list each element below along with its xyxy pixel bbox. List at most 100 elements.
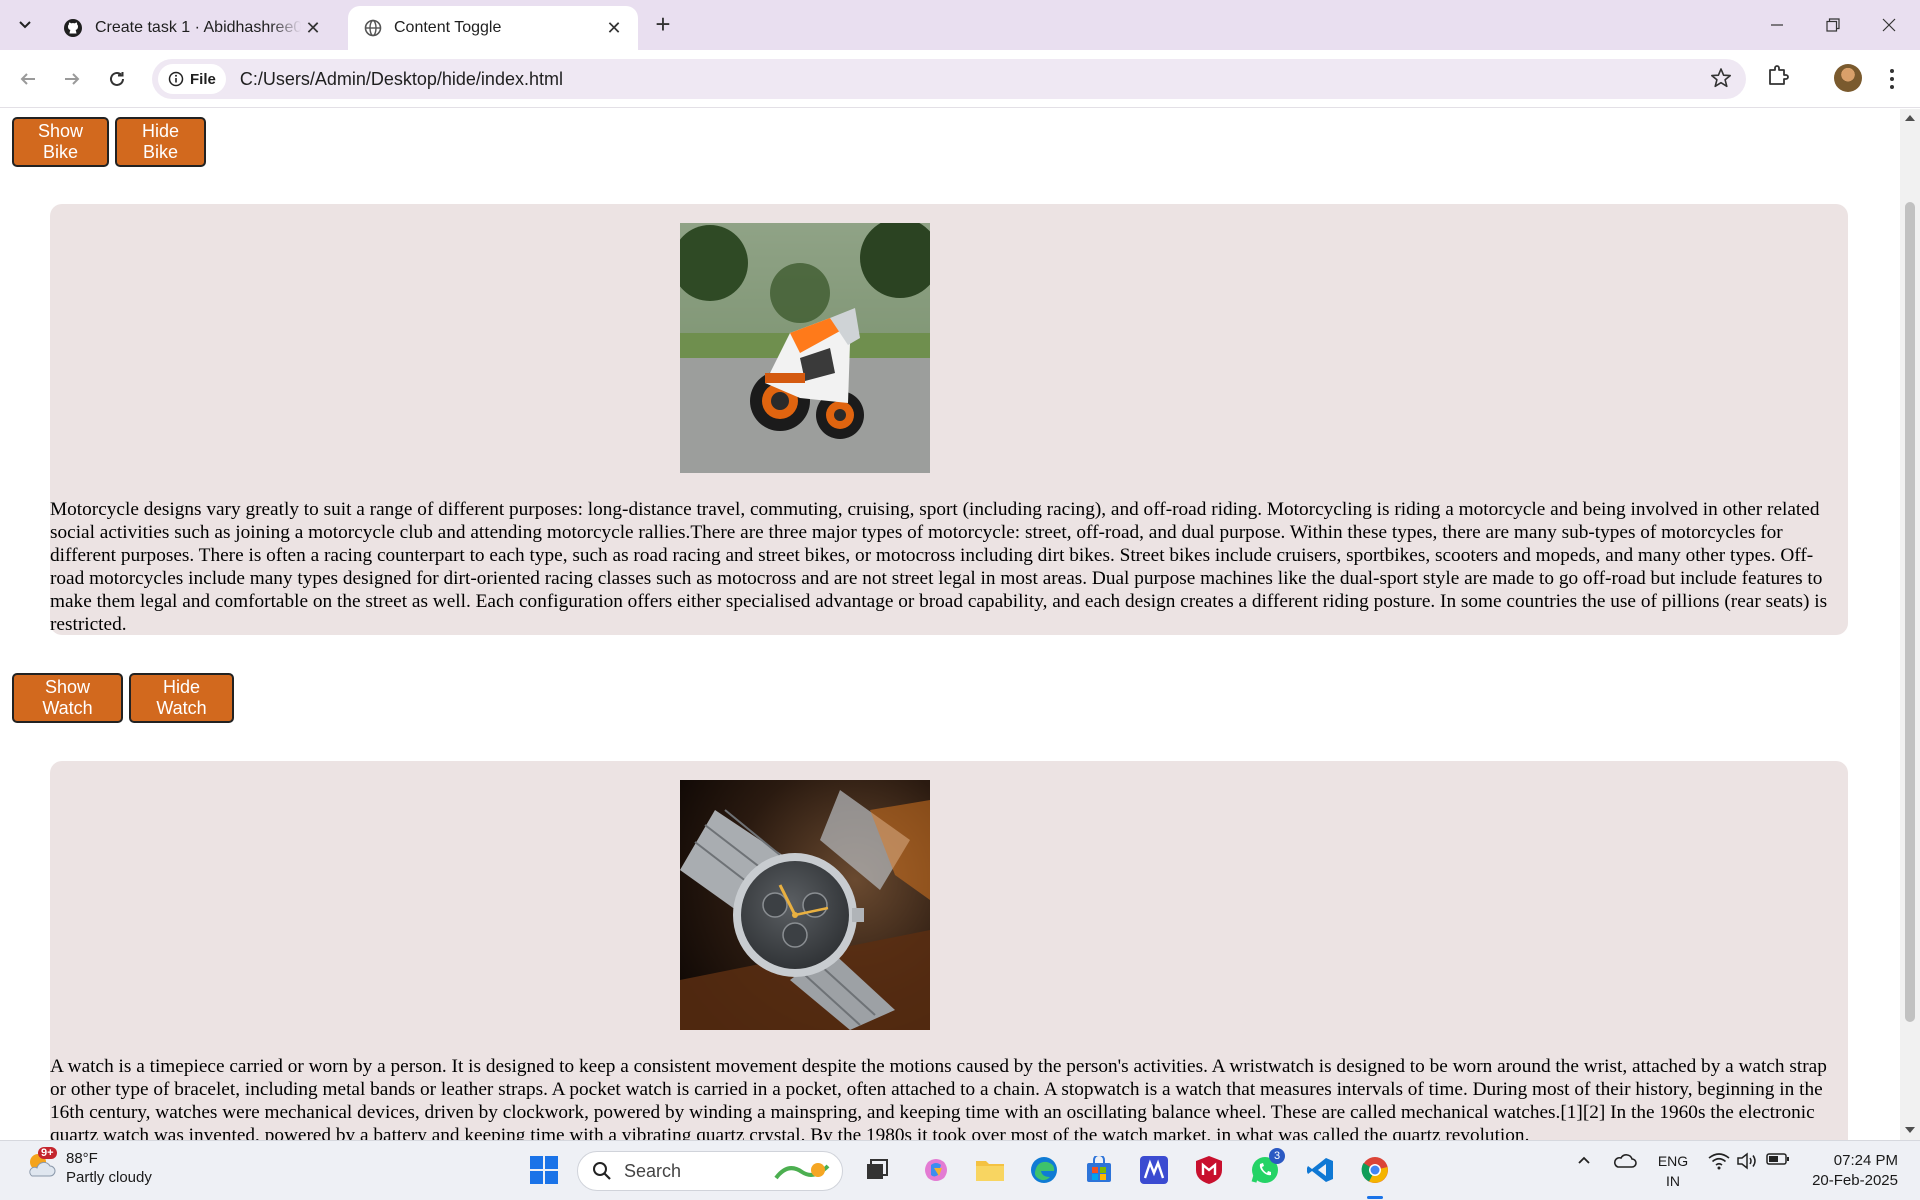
- task-view-icon: [867, 1159, 888, 1179]
- scroll-up-arrow[interactable]: [1905, 115, 1915, 121]
- volume-status[interactable]: [1734, 1152, 1760, 1170]
- folder-icon: [976, 1161, 1004, 1181]
- battery-icon: [1766, 1153, 1789, 1165]
- cloud-icon: [1614, 1154, 1637, 1168]
- chevron-up-icon: [1578, 1156, 1590, 1164]
- input-language-indicator[interactable]: ENG IN: [1656, 1151, 1690, 1191]
- active-app-indicator: [1367, 1196, 1383, 1199]
- taskbar-search[interactable]: Search: [577, 1151, 843, 1191]
- system-clock[interactable]: 07:24 PM 20-Feb-2025: [1808, 1151, 1898, 1191]
- extensions-button[interactable]: [1766, 63, 1790, 92]
- tab-title: Content Toggle: [394, 19, 502, 36]
- arrow-left-icon: [20, 73, 35, 85]
- minimize-button[interactable]: [1754, 8, 1800, 42]
- arrow-right-icon: [65, 73, 80, 85]
- weather-temperature: 88°F: [66, 1150, 98, 1167]
- scroll-down-arrow[interactable]: [1905, 1127, 1915, 1133]
- tab-content-toggle[interactable]: Content Toggle ✕: [348, 6, 638, 50]
- edge-button[interactable]: [1026, 1152, 1062, 1188]
- watch-description: A watch is a timepiece carried or worn b…: [50, 1056, 1827, 1140]
- reload-button[interactable]: [101, 63, 133, 95]
- weather-alert-badge: 9+: [38, 1147, 57, 1159]
- language-code: ENG: [1657, 1153, 1689, 1169]
- onedrive-button[interactable]: [1610, 1152, 1640, 1170]
- scrollbar-thumb[interactable]: [1905, 202, 1915, 1022]
- site-info-label: File: [190, 70, 216, 88]
- restore-button[interactable]: [1810, 8, 1856, 42]
- close-window-button[interactable]: [1866, 8, 1912, 42]
- tab-strip: Create task 1 · Abidhashree03/E ✕ Conten…: [0, 0, 1920, 50]
- search-placeholder: Search: [624, 1160, 682, 1181]
- app-button-m[interactable]: [1136, 1152, 1172, 1188]
- restore-icon: [1826, 18, 1840, 32]
- github-icon: [64, 19, 82, 37]
- wristwatch-image: [680, 780, 930, 1030]
- watch-card: A watch is a timepiece carried or worn b…: [50, 761, 1848, 1140]
- shield-icon: [1196, 1156, 1222, 1184]
- browser-menu-button[interactable]: [1880, 64, 1904, 94]
- weather-widget[interactable]: 9+ 88°F Partly cloudy: [24, 1147, 152, 1187]
- clock-date: 20-Feb-2025: [1812, 1172, 1898, 1189]
- bike-description: Motorcycle designs vary greatly to suit …: [50, 499, 1828, 635]
- vscode-button[interactable]: [1302, 1152, 1338, 1188]
- browser-toolbar: File C:/Users/Admin/Desktop/hide/index.h…: [0, 50, 1920, 108]
- address-bar[interactable]: File C:/Users/Admin/Desktop/hide/index.h…: [152, 59, 1746, 99]
- m-app-icon: [1140, 1156, 1168, 1184]
- chrome-button[interactable]: [1357, 1152, 1393, 1199]
- file-explorer-button[interactable]: [972, 1152, 1008, 1188]
- tab-github[interactable]: Create task 1 · Abidhashree03/E ✕: [47, 6, 337, 50]
- chevron-down-icon: [19, 21, 31, 29]
- task-view-button[interactable]: [859, 1152, 895, 1188]
- hide-bike-button[interactable]: Hide Bike: [115, 117, 206, 167]
- whatsapp-button[interactable]: 3: [1247, 1148, 1285, 1188]
- star-icon: [1711, 68, 1731, 88]
- puzzle-icon: [1769, 65, 1789, 85]
- windows-logo-icon: [530, 1156, 558, 1184]
- microsoft-store-button[interactable]: [1081, 1152, 1117, 1188]
- weather-condition: Partly cloudy: [66, 1169, 152, 1186]
- url-text[interactable]: C:/Users/Admin/Desktop/hide/index.html: [240, 69, 563, 90]
- page-scrollbar[interactable]: [1900, 109, 1920, 1140]
- windows-taskbar: 9+ 88°F Partly cloudy Search 3 ENG IN 07…: [0, 1140, 1920, 1200]
- start-button[interactable]: [526, 1152, 562, 1188]
- new-tab-button[interactable]: +: [650, 11, 676, 38]
- store-icon: [1087, 1156, 1111, 1182]
- close-icon: [1882, 18, 1896, 32]
- close-tab-icon[interactable]: ✕: [602, 16, 626, 40]
- motorcycle-image: [680, 223, 930, 473]
- copilot-button[interactable]: [918, 1152, 954, 1188]
- tab-search-button[interactable]: [10, 12, 40, 38]
- speaker-icon: [1737, 1152, 1756, 1170]
- region-code: IN: [1666, 1173, 1680, 1189]
- search-highlight-icon: [774, 1163, 830, 1180]
- forward-button[interactable]: [56, 63, 88, 95]
- show-watch-button[interactable]: Show Watch: [12, 673, 123, 723]
- clock-time: 07:24 PM: [1833, 1152, 1898, 1169]
- bike-card: Motorcycle designs vary greatly to suit …: [50, 204, 1848, 635]
- vscode-icon: [1307, 1158, 1333, 1182]
- reload-icon: [110, 71, 124, 86]
- minimize-icon: [1771, 24, 1783, 26]
- close-tab-icon[interactable]: ✕: [301, 16, 325, 40]
- bike-button-row: Show Bike Hide Bike: [12, 117, 206, 167]
- watch-button-row: Show Watch Hide Watch: [12, 673, 234, 723]
- whatsapp-unread-badge: 3: [1269, 1148, 1285, 1164]
- info-icon: [168, 71, 184, 87]
- globe-icon: [364, 19, 382, 37]
- wifi-icon: [1708, 1153, 1730, 1170]
- show-hidden-icons-button[interactable]: [1572, 1152, 1596, 1168]
- battery-status[interactable]: [1764, 1152, 1792, 1166]
- show-bike-button[interactable]: Show Bike: [12, 117, 109, 167]
- hide-watch-button[interactable]: Hide Watch: [129, 673, 234, 723]
- profile-avatar[interactable]: [1834, 64, 1862, 92]
- site-info-chip[interactable]: File: [158, 64, 226, 94]
- wifi-status[interactable]: [1706, 1152, 1732, 1170]
- back-button[interactable]: [12, 63, 44, 95]
- chrome-icon: [1361, 1157, 1388, 1183]
- mcafee-button[interactable]: [1191, 1152, 1227, 1188]
- tab-title: Create task 1 · Abidhashree03/E: [95, 19, 301, 36]
- copilot-icon: [925, 1159, 947, 1181]
- edge-icon: [1031, 1157, 1057, 1183]
- search-icon: [593, 1162, 611, 1180]
- bookmark-star-button[interactable]: [1710, 67, 1732, 94]
